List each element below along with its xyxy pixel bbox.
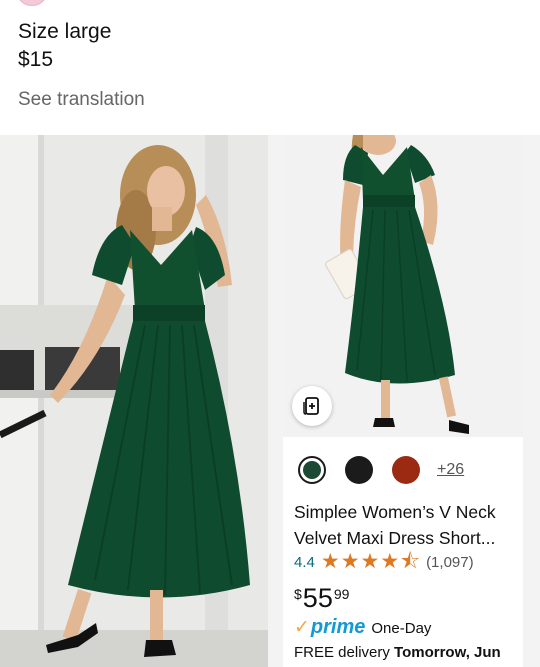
star-icon: ★ <box>340 550 360 573</box>
prime-check-icon: ✓ <box>294 617 310 638</box>
prime-badge: ✓ prime One-Day <box>294 616 431 639</box>
color-swatch-red[interactable] <box>392 456 420 484</box>
delivery-info: FREE delivery Tomorrow, Jun <box>294 644 501 661</box>
color-swatch-black[interactable] <box>345 456 373 484</box>
star-rating: ★ ★ ★ ★ ⯪ <box>320 550 421 573</box>
price-symbol: $ <box>294 586 302 602</box>
star-icon: ★ <box>320 550 340 573</box>
listing-price: $15 <box>18 48 54 71</box>
prime-speed: One-Day <box>371 620 432 637</box>
see-translation-link[interactable]: See translation <box>18 89 145 111</box>
model-photo-image <box>0 135 268 667</box>
delivery-date: Tomorrow, Jun <box>394 644 501 661</box>
prime-logo: prime <box>310 616 366 638</box>
star-icon: ★ <box>380 550 400 573</box>
review-count: (1,097) <box>426 553 474 571</box>
price-cents: 99 <box>333 586 350 602</box>
product-price: $ 55 99 <box>294 583 349 614</box>
rating-row[interactable]: 4.4 ★ ★ ★ ★ ⯪ (1,097) <box>294 550 474 573</box>
avatar[interactable] <box>16 0 48 6</box>
product-card[interactable]: +26 Simplee Women’s V Neck Velvet Maxi D… <box>283 135 523 667</box>
delivery-prefix: FREE delivery <box>294 644 395 661</box>
more-colors-link[interactable]: +26 <box>437 461 464 479</box>
half-star-icon: ⯪ <box>400 550 421 573</box>
star-icon: ★ <box>360 550 380 573</box>
price-whole: 55 <box>302 583 333 613</box>
ar-view-icon <box>303 397 319 415</box>
product-title[interactable]: Simplee Women’s V Neck Velvet Maxi Dress… <box>294 499 519 551</box>
color-swatch-green[interactable] <box>298 456 326 484</box>
rating-value: 4.4 <box>294 553 315 571</box>
color-swatches: +26 <box>298 456 464 484</box>
photo-gallery[interactable]: +26 Simplee Women’s V Neck Velvet Maxi D… <box>0 135 540 667</box>
listing-photo-model[interactable] <box>0 135 268 667</box>
listing-title: Size large <box>18 20 112 43</box>
product-image[interactable] <box>283 135 523 437</box>
view-in-3d-button[interactable] <box>292 386 332 426</box>
